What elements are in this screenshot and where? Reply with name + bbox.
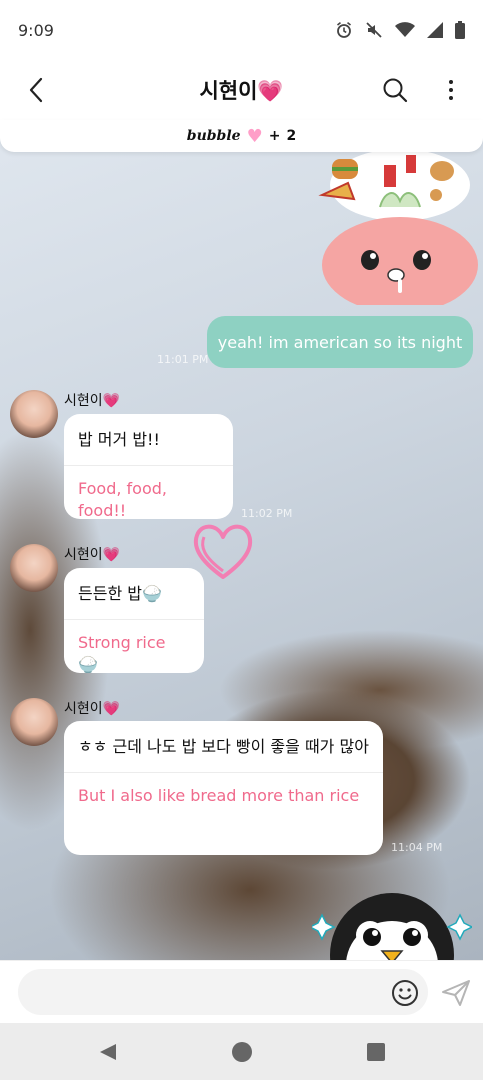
nav-recents-button[interactable] <box>364 1040 388 1064</box>
message-time: 11:04 PM <box>391 841 443 854</box>
sender-name: 시현이💗 <box>64 701 121 717</box>
avatar[interactable] <box>10 698 58 746</box>
square-recents-icon <box>366 1042 385 1061</box>
chat-title: 시현이💗 <box>199 79 284 103</box>
status-icons <box>335 21 465 39</box>
battery-icon <box>455 21 465 39</box>
status-bar: 9:09 <box>0 0 483 60</box>
message-original-text: 든든한 밥🍚 <box>78 584 162 603</box>
status-time: 9:09 <box>18 20 54 40</box>
chat-area[interactable]: yeah! im american so its night 11:01 PM … <box>0 130 483 960</box>
back-button[interactable] <box>18 70 54 110</box>
nav-home-button[interactable] <box>230 1040 254 1064</box>
message-translation-text: But I also like bread more than rice <box>78 785 360 805</box>
received-message-card[interactable]: 밥 머거 밥!! Food, food, food!! <box>64 414 233 519</box>
message-time: 11:02 PM <box>241 507 293 520</box>
more-options-button[interactable] <box>437 70 465 110</box>
system-navigation-bar <box>0 1023 483 1080</box>
sender-name: 시현이💗 <box>64 393 121 409</box>
heart-icon: ♥ <box>246 125 263 147</box>
food-thinking-sticker <box>318 149 478 305</box>
nav-back-button[interactable] <box>96 1040 120 1064</box>
bubble-count: 2 <box>286 128 297 144</box>
send-icon[interactable] <box>440 977 472 1009</box>
more-vertical-icon <box>449 80 453 100</box>
mute-icon <box>366 22 382 38</box>
message-time: 11:01 PM <box>157 353 209 366</box>
avatar[interactable] <box>10 544 58 592</box>
sent-message-bubble[interactable]: yeah! im american so its night <box>207 316 473 368</box>
smiley-icon[interactable] <box>390 978 420 1008</box>
alarm-icon <box>337 21 351 38</box>
chat-header: 시현이💗 <box>0 60 483 120</box>
chevron-left-icon <box>29 77 43 103</box>
bubble-subscription-bar[interactable]: bubble ♥ + 2 <box>0 120 483 152</box>
triangle-back-icon <box>99 1043 116 1060</box>
message-original-text: ㅎㅎ 근데 나도 밥 보다 빵이 좋을 때가 많아 <box>78 737 369 756</box>
message-input[interactable] <box>18 969 428 1015</box>
received-message-card[interactable]: ㅎㅎ 근데 나도 밥 보다 빵이 좋을 때가 많아 But I also lik… <box>64 721 383 855</box>
search-icon <box>383 78 408 103</box>
penguin-sticker <box>312 893 472 960</box>
signal-icon <box>427 22 443 38</box>
received-message-card[interactable]: 든든한 밥🍚 Strong rice 🍚 <box>64 568 204 673</box>
search-button[interactable] <box>377 72 413 108</box>
bubble-logo: bubble <box>186 128 241 144</box>
bubble-plus: + <box>268 128 281 144</box>
message-original-text: 밥 머거 밥!! <box>78 430 160 449</box>
sender-name: 시현이💗 <box>64 547 121 563</box>
message-translation-text: Strong rice 🍚 <box>78 632 166 673</box>
message-translation-text: Food, food, food!! <box>78 478 167 519</box>
avatar[interactable] <box>10 390 58 438</box>
message-input-bar <box>0 960 483 1023</box>
wifi-icon <box>395 22 415 37</box>
circle-home-icon <box>231 1041 252 1062</box>
